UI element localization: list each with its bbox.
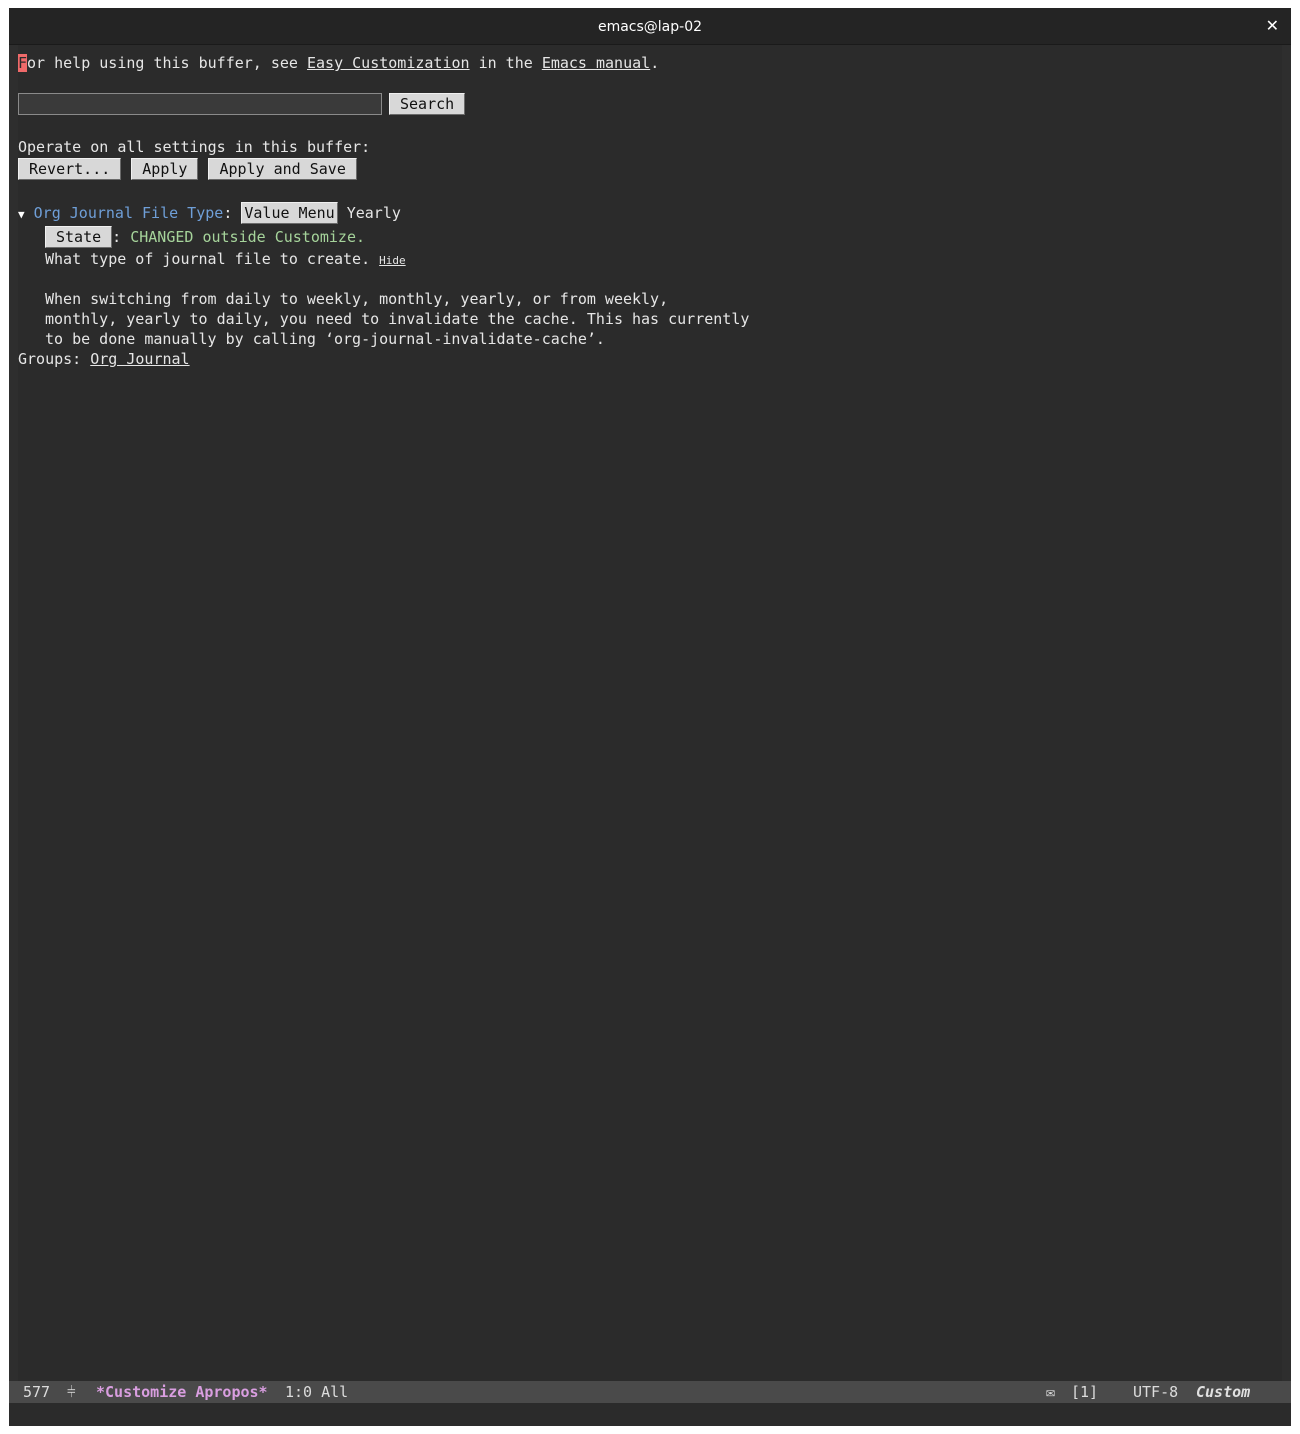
encoding[interactable]: UTF-8 [1133, 1381, 1178, 1403]
state-line: State: CHANGED outside Customize. [45, 226, 366, 248]
emacs-manual-link[interactable]: Emacs manual [542, 54, 650, 72]
close-icon[interactable]: ✕ [1266, 8, 1279, 44]
text-cursor: F [18, 54, 28, 72]
search-input[interactable] [18, 93, 382, 115]
revert-button[interactable]: Revert... [18, 158, 122, 180]
doc-line: monthly, yearly to daily, you need to in… [45, 310, 750, 328]
customize-buffer[interactable]: For help using this buffer, see Easy Cus… [18, 45, 1282, 1381]
groups-line: Groups: Org Journal [18, 349, 190, 369]
mail-count: [1] [1071, 1383, 1099, 1401]
doc-line: When switching from daily to weekly, mon… [45, 290, 669, 308]
apply-and-save-button[interactable]: Apply and Save [208, 158, 357, 180]
groups-label: Groups: [18, 350, 82, 368]
easy-customization-link[interactable]: Easy Customization [307, 54, 470, 72]
org-journal-group-link[interactable]: Org Journal [90, 350, 189, 368]
buffer-name[interactable]: *Customize Apropos* [96, 1381, 268, 1403]
hide-link[interactable]: Hide [379, 254, 406, 267]
help-line: For help using this buffer, see Easy Cus… [18, 54, 660, 72]
sliders-icon: ⫩ [67, 1383, 76, 1401]
apply-button[interactable]: Apply [131, 158, 199, 180]
option-name[interactable]: Org Journal File Type [34, 204, 224, 222]
collapse-triangle-icon[interactable]: ▼ [18, 208, 25, 221]
mode-line[interactable]: 577 ⫩ *Customize Apropos* 1:0 All ✉ [1] … [9, 1381, 1291, 1403]
operate-buttons: Revert... Apply Apply and Save [18, 158, 357, 180]
major-mode[interactable]: Custom [1196, 1381, 1250, 1403]
state-button[interactable]: State [45, 226, 113, 248]
state-text: CHANGED outside Customize. [130, 228, 366, 246]
option-header: ▼ Org Journal File Type: Value Menu Year… [18, 202, 401, 224]
title-bar[interactable]: emacs@lap-02 ✕ [9, 8, 1291, 45]
search-button[interactable]: Search [389, 93, 466, 115]
doc-short: What type of journal file to create. [45, 250, 371, 268]
value-menu-button[interactable]: Value Menu [241, 202, 338, 224]
cursor-position: 1:0 All [285, 1383, 349, 1401]
window-title: emacs@lap-02 [597, 19, 703, 35]
line-count: 577 [23, 1383, 51, 1401]
doc-short-line: What type of journal file to create. Hid… [45, 249, 406, 269]
operate-label: Operate on all settings in this buffer: [18, 138, 371, 156]
search-button-wrap: Search [389, 93, 466, 115]
mail-icon: ✉ [1046, 1383, 1056, 1401]
option-value: Yearly [346, 204, 401, 222]
doc-line: to be done manually by calling ‘org-jour… [45, 330, 605, 348]
minibuffer[interactable] [9, 1403, 1291, 1426]
emacs-window: emacs@lap-02 ✕ For help using this buffe… [9, 8, 1291, 1426]
